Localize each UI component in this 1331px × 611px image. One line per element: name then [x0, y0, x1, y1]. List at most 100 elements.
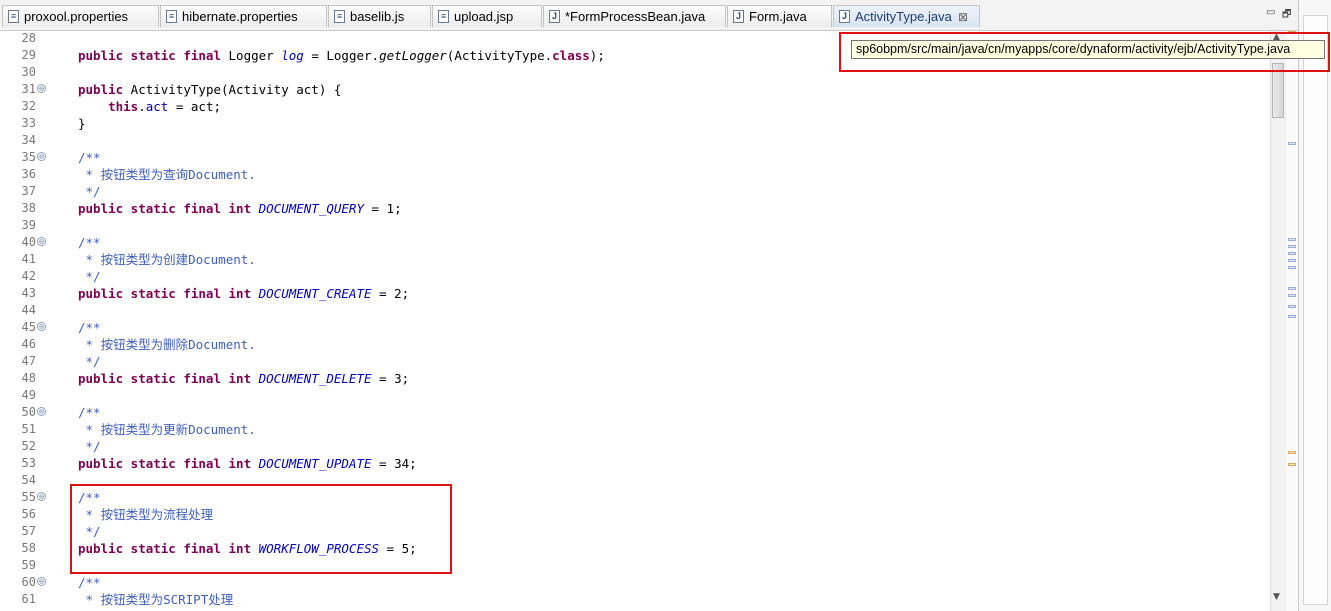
tab-proxool-properties[interactable]: ≡ proxool.properties: [2, 5, 159, 27]
line-number: 42: [21, 269, 36, 283]
tab-upload-jsp[interactable]: ≡ upload.jsp: [432, 5, 542, 27]
code-token: getLogger: [379, 48, 447, 63]
line-number: 43: [21, 286, 36, 300]
fold-toggle-icon[interactable]: ⊖: [37, 492, 46, 501]
code-line[interactable]: 47 */: [0, 353, 1270, 370]
tab-form-java[interactable]: J Form.java: [727, 5, 832, 27]
code-line[interactable]: 38 public static final int DOCUMENT_QUERY…: [0, 200, 1270, 217]
code-token: = 1;: [363, 201, 402, 216]
properties-file-icon: ≡: [166, 10, 177, 23]
code-line[interactable]: 48 public static final int DOCUMENT_DELET…: [0, 370, 1270, 387]
occurrence-marker[interactable]: [1288, 305, 1296, 308]
code-token: DOCUMENT_QUERY: [258, 201, 364, 216]
tab-formprocessbean-java[interactable]: J *FormProcessBean.java: [543, 5, 726, 27]
code-token: DOCUMENT_CREATE: [258, 286, 372, 301]
code-text: */: [78, 353, 101, 370]
line-number: 34: [21, 133, 36, 147]
code-line[interactable]: 35 ⊖ /**: [0, 149, 1270, 166]
code-line[interactable]: 51 * 按钮类型为更新Document.: [0, 421, 1270, 438]
fold-toggle-icon[interactable]: ⊖: [37, 577, 46, 586]
code-line[interactable]: 37 */: [0, 183, 1270, 200]
overview-ruler[interactable]: [1286, 31, 1298, 611]
occurrence-marker[interactable]: [1288, 266, 1296, 269]
code-line[interactable]: 34: [0, 132, 1270, 149]
code-line[interactable]: 33}: [0, 115, 1270, 132]
code-line[interactable]: 41 * 按钮类型为创建Document.: [0, 251, 1270, 268]
code-line[interactable]: 39: [0, 217, 1270, 234]
code-text: this.act = act;: [78, 98, 221, 115]
line-number: 53: [21, 456, 36, 470]
code-text: /**: [78, 404, 101, 421]
code-token: * 按钮类型为SCRIPT处理: [78, 592, 234, 607]
code-line[interactable]: 44: [0, 302, 1270, 319]
code-text: /**: [78, 234, 101, 251]
code-line[interactable]: 42 */: [0, 268, 1270, 285]
line-number: 58: [21, 541, 36, 555]
code-text: * 按钮类型为创建Document.: [78, 251, 256, 268]
line-number: 33: [21, 116, 36, 130]
occurrence-marker[interactable]: [1288, 294, 1296, 297]
code-line[interactable]: 60 ⊖ /**: [0, 574, 1270, 591]
code-token: DOCUMENT_DELETE: [258, 371, 372, 386]
code-token: * 按钮类型为删除Document.: [78, 337, 256, 352]
code-text: /**: [78, 319, 101, 336]
fold-toggle-icon[interactable]: ⊖: [37, 407, 46, 416]
code-token: );: [589, 48, 605, 63]
code-token: public static final int: [78, 286, 252, 301]
code-line[interactable]: 52 */: [0, 438, 1270, 455]
tab-baselib-js[interactable]: ≡ baselib.js: [328, 5, 431, 27]
highlight-box-tooltip: [839, 32, 1330, 72]
fold-toggle-icon[interactable]: ⊖: [37, 322, 46, 331]
code-token: = 34;: [371, 456, 417, 471]
line-number: 49: [21, 388, 36, 402]
occurrence-marker[interactable]: [1288, 238, 1296, 241]
code-text: /**: [78, 149, 101, 166]
scroll-down-arrow-icon[interactable]: ▼: [1273, 592, 1280, 602]
line-number: 60: [21, 575, 36, 589]
code-line[interactable]: 49: [0, 387, 1270, 404]
vertical-scrollbar[interactable]: ▲ ▼: [1270, 31, 1286, 611]
tab-label: proxool.properties: [24, 9, 129, 24]
code-text: */: [78, 183, 101, 200]
fold-toggle-icon[interactable]: ⊖: [37, 237, 46, 246]
occurrence-marker[interactable]: [1288, 287, 1296, 290]
minimize-editor-button[interactable]: ▭: [1266, 7, 1275, 18]
restore-editor-button[interactable]: 🗗: [1282, 7, 1291, 24]
tab-label: *FormProcessBean.java: [565, 9, 706, 24]
occurrence-marker[interactable]: [1288, 252, 1296, 255]
warning-marker[interactable]: [1288, 451, 1296, 454]
code-token: log: [281, 48, 304, 63]
line-number: 54: [21, 473, 36, 487]
code-line[interactable]: 32 this.act = act;: [0, 98, 1270, 115]
code-line[interactable]: 45 ⊖ /**: [0, 319, 1270, 336]
code-line[interactable]: 40 ⊖ /**: [0, 234, 1270, 251]
code-token: /**: [78, 405, 101, 420]
code-line[interactable]: 50 ⊖ /**: [0, 404, 1270, 421]
code-line[interactable]: 61 * 按钮类型为SCRIPT处理: [0, 591, 1270, 608]
java-file-icon: J: [549, 10, 560, 23]
java-file-icon: J: [839, 10, 850, 23]
occurrence-marker[interactable]: [1288, 245, 1296, 248]
line-number: 55: [21, 490, 36, 504]
line-number: 38: [21, 201, 36, 215]
line-number: 39: [21, 218, 36, 232]
tab-activitytype-java[interactable]: J ActivityType.java ⊠: [833, 5, 980, 27]
code-line[interactable]: 36 * 按钮类型为查询Document.: [0, 166, 1270, 183]
code-line[interactable]: 46 * 按钮类型为删除Document.: [0, 336, 1270, 353]
code-text: public ActivityType(Activity act) {: [78, 81, 341, 98]
code-line[interactable]: 31 ⊖ public ActivityType(Activity act) {: [0, 81, 1270, 98]
occurrence-marker[interactable]: [1288, 259, 1296, 262]
occurrence-marker[interactable]: [1288, 142, 1296, 145]
code-line[interactable]: 43 public static final int DOCUMENT_CREAT…: [0, 285, 1270, 302]
warning-marker[interactable]: [1288, 463, 1296, 466]
occurrence-marker[interactable]: [1288, 315, 1296, 318]
code-token: * 按钮类型为更新Document.: [78, 422, 256, 437]
close-tab-icon[interactable]: ⊠: [958, 6, 968, 28]
tab-hibernate-properties[interactable]: ≡ hibernate.properties: [160, 5, 327, 27]
code-token: Logger: [221, 48, 282, 63]
fold-toggle-icon[interactable]: ⊖: [37, 152, 46, 161]
code-line[interactable]: 53 public static final int DOCUMENT_UPDAT…: [0, 455, 1270, 472]
code-token: (ActivityType.: [446, 48, 553, 63]
fold-toggle-icon[interactable]: ⊖: [37, 84, 46, 93]
